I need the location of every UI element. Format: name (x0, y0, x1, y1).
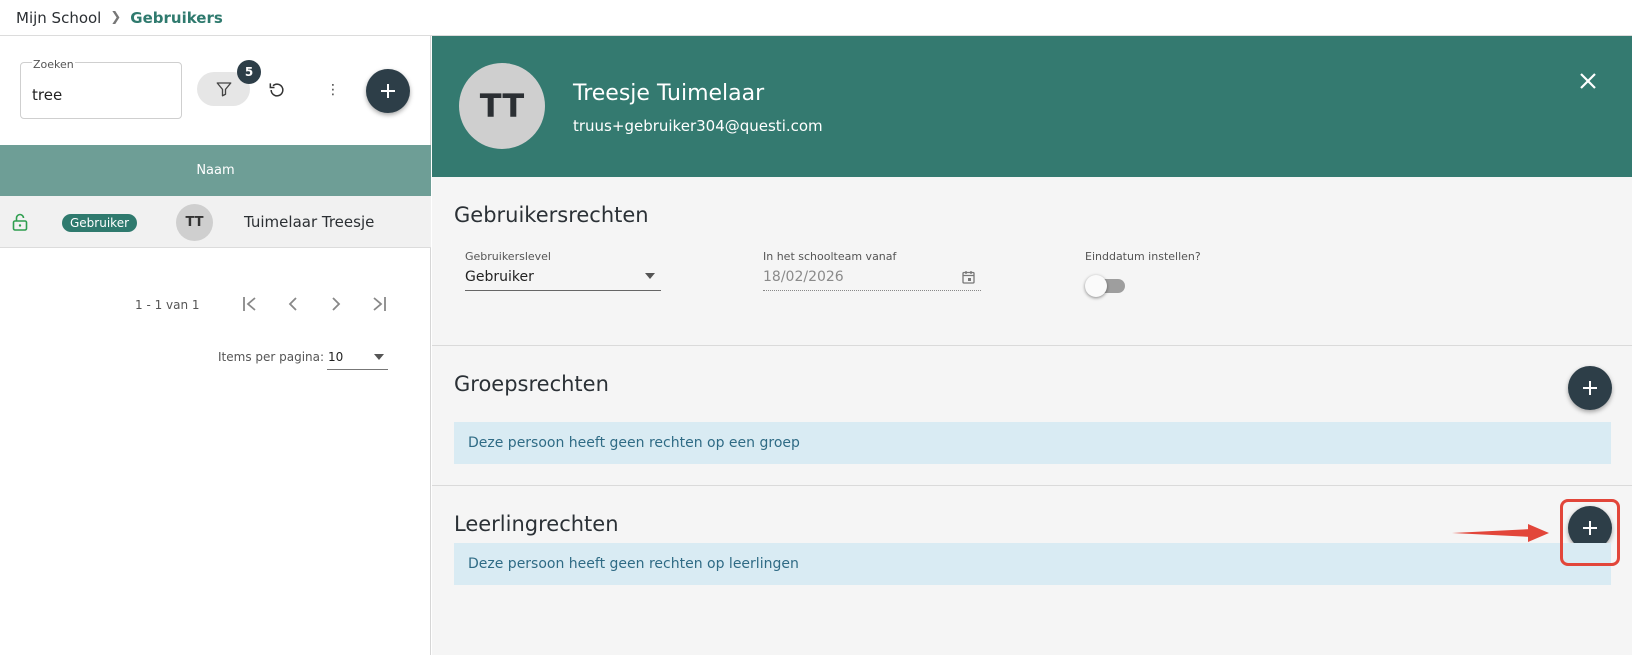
filter-count-badge: 5 (237, 60, 261, 84)
items-per-page-label: Items per pagina: (218, 350, 325, 364)
breadcrumb-current: Gebruikers (130, 8, 223, 27)
avatar: TT (176, 204, 213, 241)
filter-icon (216, 82, 231, 97)
chevron-down-icon (645, 273, 655, 279)
close-button[interactable] (1577, 70, 1599, 92)
reset-button[interactable] (264, 77, 290, 103)
plus-icon (381, 84, 395, 98)
student-rights-title: Leerlingrechten (454, 512, 619, 536)
add-group-right-button[interactable] (1568, 366, 1612, 410)
arrow-icon (1452, 524, 1549, 542)
plus-icon (1583, 381, 1597, 395)
enddate-toggle[interactable] (1085, 275, 1125, 297)
breadcrumb: Mijn School ❯ Gebruikers (0, 0, 1632, 36)
user-list-panel: Zoeken 5 ⋮ Naam Gebruiker TT Tuimelaar T… (0, 36, 431, 655)
toggle-knob (1085, 275, 1107, 297)
role-badge: Gebruiker (62, 214, 138, 232)
more-vert-icon: ⋮ (326, 82, 340, 98)
student-rights-empty-message: Deze persoon heeft geen rechten op leerl… (454, 543, 1611, 585)
more-options-button[interactable]: ⋮ (323, 77, 343, 103)
user-level-select[interactable]: Gebruiker (465, 263, 661, 291)
last-page-icon (373, 297, 386, 311)
team-since-date-field[interactable]: 18/02/2026 (763, 263, 981, 291)
calendar-icon[interactable] (962, 270, 975, 284)
group-rights-empty-message: Deze persoon heeft geen rechten op een g… (454, 422, 1611, 464)
items-per-page-value: 10 (328, 350, 344, 364)
user-detail-body: Gebruikersrechten Gebruikerslevel Gebrui… (432, 177, 1632, 655)
reset-icon (269, 83, 284, 97)
user-detail-header: TT Treesje Tuimelaar truus+gebruiker304@… (432, 36, 1632, 177)
group-rights-title: Groepsrechten (454, 372, 609, 396)
chevron-down-icon (374, 354, 384, 360)
student-rights-section: Leerlingrechten Deze persoon heeft geen … (432, 486, 1632, 655)
user-email: truus+gebruiker304@questi.com (573, 117, 823, 135)
user-level-value: Gebruiker (465, 269, 534, 285)
chevron-right-icon: ❯ (110, 10, 122, 25)
search-label: Zoeken (32, 58, 75, 71)
group-rights-section: Groepsrechten Deze persoon heeft geen re… (432, 346, 1632, 486)
table-row[interactable]: Gebruiker TT Tuimelaar Treesje (0, 196, 431, 248)
first-page-button[interactable] (234, 288, 266, 320)
close-icon (1580, 73, 1596, 89)
user-rights-section: Gebruikersrechten Gebruikerslevel Gebrui… (432, 177, 1632, 346)
user-rights-title: Gebruikersrechten (454, 203, 649, 227)
first-page-icon (243, 297, 256, 311)
highlight-box (1560, 499, 1620, 566)
next-page-button[interactable] (320, 288, 352, 320)
enddate-label: Einddatum instellen? (1085, 250, 1201, 263)
search-input[interactable] (32, 86, 172, 104)
items-per-page-select[interactable]: 10 (327, 341, 388, 370)
table-header-name[interactable]: Naam (0, 145, 431, 196)
add-user-button[interactable] (366, 69, 410, 113)
lock-open-icon (12, 213, 28, 231)
team-since-value: 18/02/2026 (763, 269, 844, 285)
search-field[interactable]: Zoeken (20, 58, 182, 119)
team-since-label: In het schoolteam vanaf (763, 250, 897, 263)
last-page-button[interactable] (363, 288, 395, 320)
pagination-range: 1 - 1 van 1 (135, 298, 200, 312)
breadcrumb-root[interactable]: Mijn School (16, 9, 101, 27)
user-name-cell: Tuimelaar Treesje (244, 213, 375, 231)
user-name: Treesje Tuimelaar (573, 81, 765, 106)
prev-page-icon (288, 297, 297, 311)
next-page-icon (332, 297, 341, 311)
prev-page-button[interactable] (277, 288, 309, 320)
avatar: TT (459, 63, 545, 149)
level-label: Gebruikerslevel (465, 250, 551, 263)
